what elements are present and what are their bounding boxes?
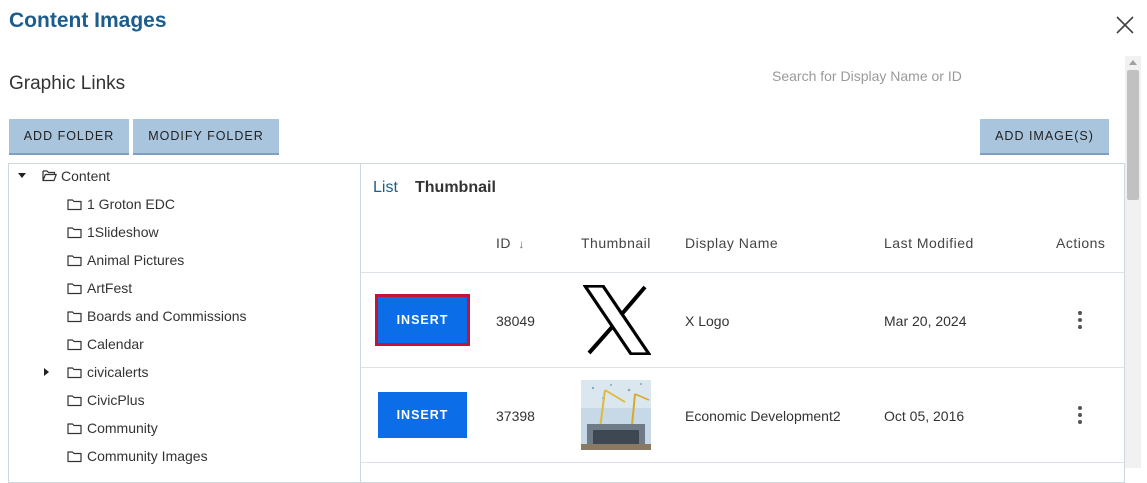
column-header-id[interactable]: ID ↓	[496, 235, 525, 251]
insert-button[interactable]: INSERT	[378, 392, 467, 438]
tree-item-folder[interactable]: CivicPlus	[67, 388, 145, 412]
close-icon[interactable]	[1112, 12, 1138, 38]
folder-tree: Content 1 Groton EDC 1Slideshow Animal P…	[8, 163, 361, 483]
insert-button[interactable]: INSERT	[375, 294, 470, 346]
modify-folder-button[interactable]: MODIFY FOLDER	[133, 119, 279, 155]
folder-icon	[67, 282, 82, 294]
x-logo-thumbnail	[583, 285, 651, 355]
tree-item-label: Community Images	[87, 448, 208, 464]
row-last-modified: Mar 20, 2024	[884, 313, 967, 329]
more-actions-icon[interactable]	[1070, 403, 1090, 427]
folder-open-icon	[42, 170, 57, 182]
tree-item-label: ArtFest	[87, 280, 133, 296]
divider	[361, 272, 1124, 273]
section-title: Graphic Links	[9, 73, 126, 94]
tree-item-folder[interactable]: ArtFest	[67, 276, 132, 300]
row-display-name: Economic Development2	[685, 408, 841, 424]
tree-item-folder[interactable]: 1Slideshow	[67, 220, 159, 244]
add-folder-button[interactable]: ADD FOLDER	[9, 119, 129, 155]
image-list-panel: List Thumbnail ID ↓ Thumbnail Display Na…	[360, 163, 1125, 483]
row-id: 38049	[496, 313, 535, 329]
construction-photo-thumbnail	[581, 380, 651, 450]
tree-item-label: Calendar	[87, 336, 144, 352]
folder-icon	[67, 450, 82, 462]
tree-item-label: 1 Groton EDC	[87, 196, 175, 212]
folder-icon	[67, 198, 82, 210]
scroll-up-arrow-icon[interactable]	[1128, 58, 1138, 66]
row-display-name: X Logo	[685, 313, 730, 329]
tree-item-folder[interactable]: Community	[67, 416, 158, 440]
tree-item-label: CivicPlus	[87, 392, 145, 408]
tree-item-folder[interactable]: Calendar	[67, 332, 144, 356]
tab-list[interactable]: List	[373, 179, 398, 197]
folder-icon	[67, 254, 82, 266]
tree-item-label: civicalerts	[87, 364, 149, 380]
caret-down-icon[interactable]	[17, 171, 27, 181]
caret-right-icon[interactable]	[42, 367, 52, 377]
search-input[interactable]	[772, 62, 1112, 90]
tree-item-folder[interactable]: Community Images	[67, 444, 208, 468]
tree-item-label: Content	[61, 168, 111, 184]
folder-icon	[67, 422, 82, 434]
column-header-id-label: ID	[496, 235, 511, 251]
tree-item-label: Animal Pictures	[87, 252, 185, 268]
column-header-last-modified[interactable]: Last Modified	[884, 235, 974, 251]
scrollbar-thumb[interactable]	[1127, 70, 1139, 200]
folder-icon	[67, 310, 82, 322]
tree-item-label: Community	[87, 420, 158, 436]
sort-arrow-icon: ↓	[518, 237, 525, 251]
more-actions-icon[interactable]	[1070, 308, 1090, 332]
tree-item-folder[interactable]: Boards and Commissions	[67, 304, 247, 328]
column-header-thumbnail: Thumbnail	[581, 235, 651, 251]
tree-item-folder[interactable]: Animal Pictures	[67, 248, 184, 272]
column-header-display-name[interactable]: Display Name	[685, 235, 778, 251]
folder-icon	[67, 226, 82, 238]
tree-item-folder[interactable]: 1 Groton EDC	[67, 192, 175, 216]
folder-icon	[67, 366, 82, 378]
add-images-button[interactable]: ADD IMAGE(S)	[980, 119, 1109, 155]
column-header-actions: Actions	[1056, 235, 1106, 251]
tree-item-label: 1Slideshow	[87, 224, 159, 240]
folder-icon	[67, 394, 82, 406]
divider	[361, 462, 1124, 463]
divider	[361, 367, 1124, 368]
tab-thumbnail[interactable]: Thumbnail	[415, 179, 496, 197]
row-last-modified: Oct 05, 2016	[884, 408, 965, 424]
tree-item-label: Boards and Commissions	[87, 308, 247, 324]
folder-icon	[67, 338, 82, 350]
dialog-title: Content Images	[9, 9, 167, 32]
tree-item-folder[interactable]: civicalerts	[44, 360, 149, 384]
row-id: 37398	[496, 408, 535, 424]
